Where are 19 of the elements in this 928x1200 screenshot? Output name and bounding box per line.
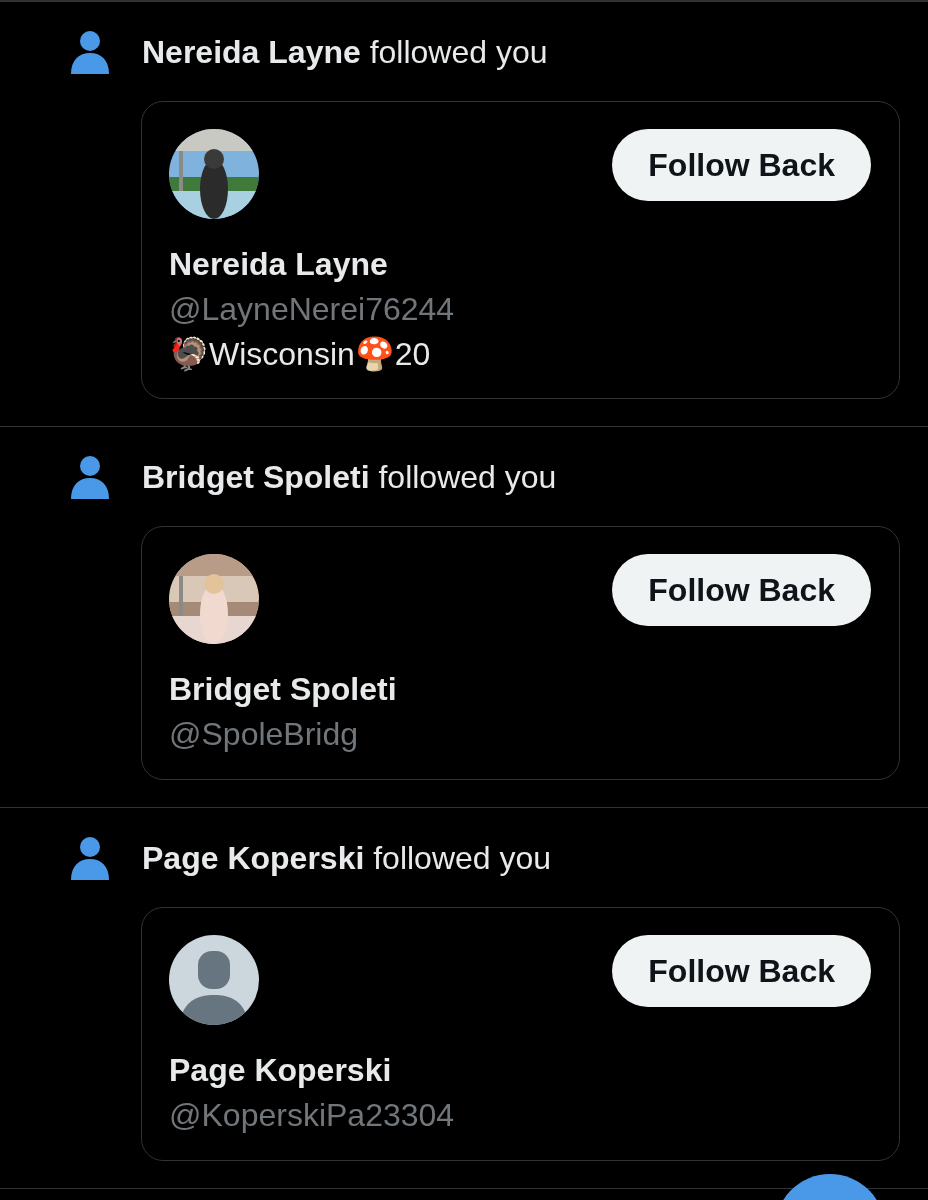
person-icon [70, 30, 110, 74]
person-icon [70, 455, 110, 499]
follow-back-button[interactable]: Follow Back [612, 129, 871, 201]
follow-back-button[interactable]: Follow Back [612, 935, 871, 1007]
user-bio: 🦃Wisconsin🍄20 [169, 335, 432, 374]
user-name: Nereida Layne [169, 245, 389, 284]
user-card[interactable]: Follow Back Bridget Spoleti @SpoleBridg [141, 526, 900, 780]
notification-text: Bridget Spoleti followed you [142, 458, 557, 496]
user-name: Page Koperski [169, 1051, 393, 1090]
user-name: Bridget Spoleti [169, 670, 398, 709]
user-handle: @KoperskiPa23304 [169, 1096, 456, 1135]
follow-back-button[interactable]: Follow Back [612, 554, 871, 626]
user-handle: @SpoleBridg [169, 715, 360, 754]
notification-text: Nereida Layne followed you [142, 33, 548, 71]
user-card[interactable]: Follow Back Page Koperski @KoperskiPa23304 [141, 907, 900, 1161]
user-handle: @LayneNerei76244 [169, 290, 456, 329]
notification-text: Page Koperski followed you [142, 839, 552, 877]
user-card[interactable]: Follow Back Nereida Layne @LayneNerei76244 🦃Wisconsin🍄20 [141, 101, 900, 399]
person-icon [70, 836, 110, 880]
